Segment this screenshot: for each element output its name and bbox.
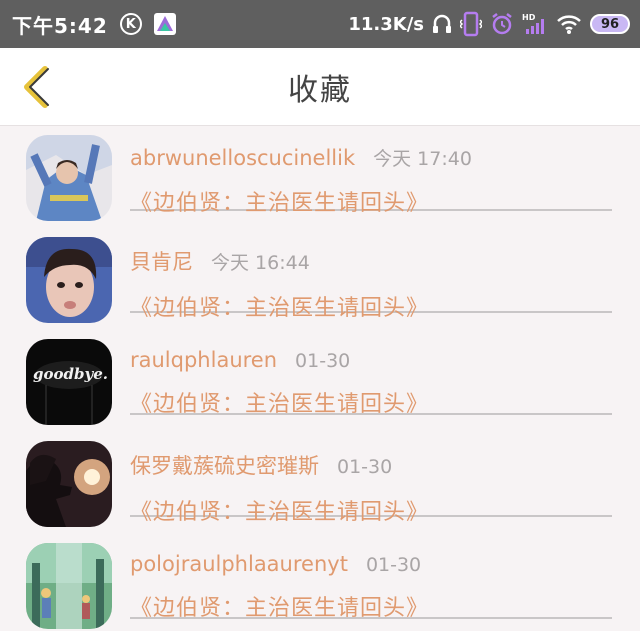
timestamp: 今天 17:40 [373, 148, 472, 170]
user-name: 保罗戴蔟硫史密璀斯 [130, 454, 319, 478]
user-name: 貝肯尼 [130, 250, 193, 274]
list-item[interactable]: 貝肯尼 今天 16:44 《边伯贤：主治医生请回头》 [0, 228, 640, 330]
list-item[interactable]: polojraulphlaaurenyt 01-30 《边伯贤：主治医生请回头》 [0, 534, 640, 631]
network-speed: 11.3K/s [348, 13, 424, 35]
status-bar: 下午5:42 K 11.3K/s HD 96 [0, 0, 640, 48]
user-name: abrwunelloscucinellik [130, 146, 356, 170]
alarm-icon [492, 13, 512, 35]
favorites-list: abrwunelloscucinellik 今天 17:40 《边伯贤：主治医生… [0, 126, 640, 631]
user-name: raulqphlauren [130, 348, 278, 372]
avatar [26, 543, 112, 629]
page-title: 收藏 [288, 72, 352, 108]
book-title[interactable]: 《边伯贤：主治医生请回头》 [130, 185, 612, 217]
book-title[interactable]: 《边伯贤：主治医生请回头》 [130, 386, 612, 418]
list-item[interactable]: abrwunelloscucinellik 今天 17:40 《边伯贤：主治医生… [0, 126, 640, 228]
avatar [26, 441, 112, 527]
book-title[interactable]: 《边伯贤：主治医生请回头》 [130, 590, 612, 622]
vibrate-icon [460, 11, 482, 37]
status-time: 下午5:42 [12, 13, 108, 38]
avatar [26, 135, 112, 221]
chevron-left-icon [24, 66, 49, 108]
book-title[interactable]: 《边伯贤：主治医生请回头》 [130, 494, 612, 526]
svg-text:goodbye.: goodbye. [33, 365, 108, 383]
timestamp: 01-30 [337, 456, 393, 478]
battery-indicator: 96 [590, 14, 630, 34]
book-title[interactable]: 《边伯贤：主治医生请回头》 [130, 290, 612, 322]
timestamp: 今天 16:44 [211, 252, 310, 274]
k-icon: K [119, 13, 142, 35]
timestamp: 01-30 [365, 554, 422, 576]
list-item[interactable]: 保罗戴蔟硫史密璀斯 01-30 《边伯贤：主治医生请回头》 [0, 432, 640, 534]
avatar [26, 237, 112, 323]
avatar: goodbye. [26, 339, 112, 425]
top-bar: 收藏 [0, 48, 640, 126]
headphones-icon [433, 14, 451, 33]
svg-text:HD: HD [522, 13, 536, 22]
timestamp: 01-30 [295, 350, 351, 372]
back-button[interactable] [14, 64, 58, 110]
app-notification-icon [153, 13, 176, 35]
list-item[interactable]: goodbye. raulqphlauren 01-30 《边伯贤：主治医生请回… [0, 330, 640, 432]
user-name: polojraulphlaaurenyt [130, 552, 348, 576]
wifi-icon [557, 15, 581, 34]
signal-icon: HD [522, 13, 544, 34]
